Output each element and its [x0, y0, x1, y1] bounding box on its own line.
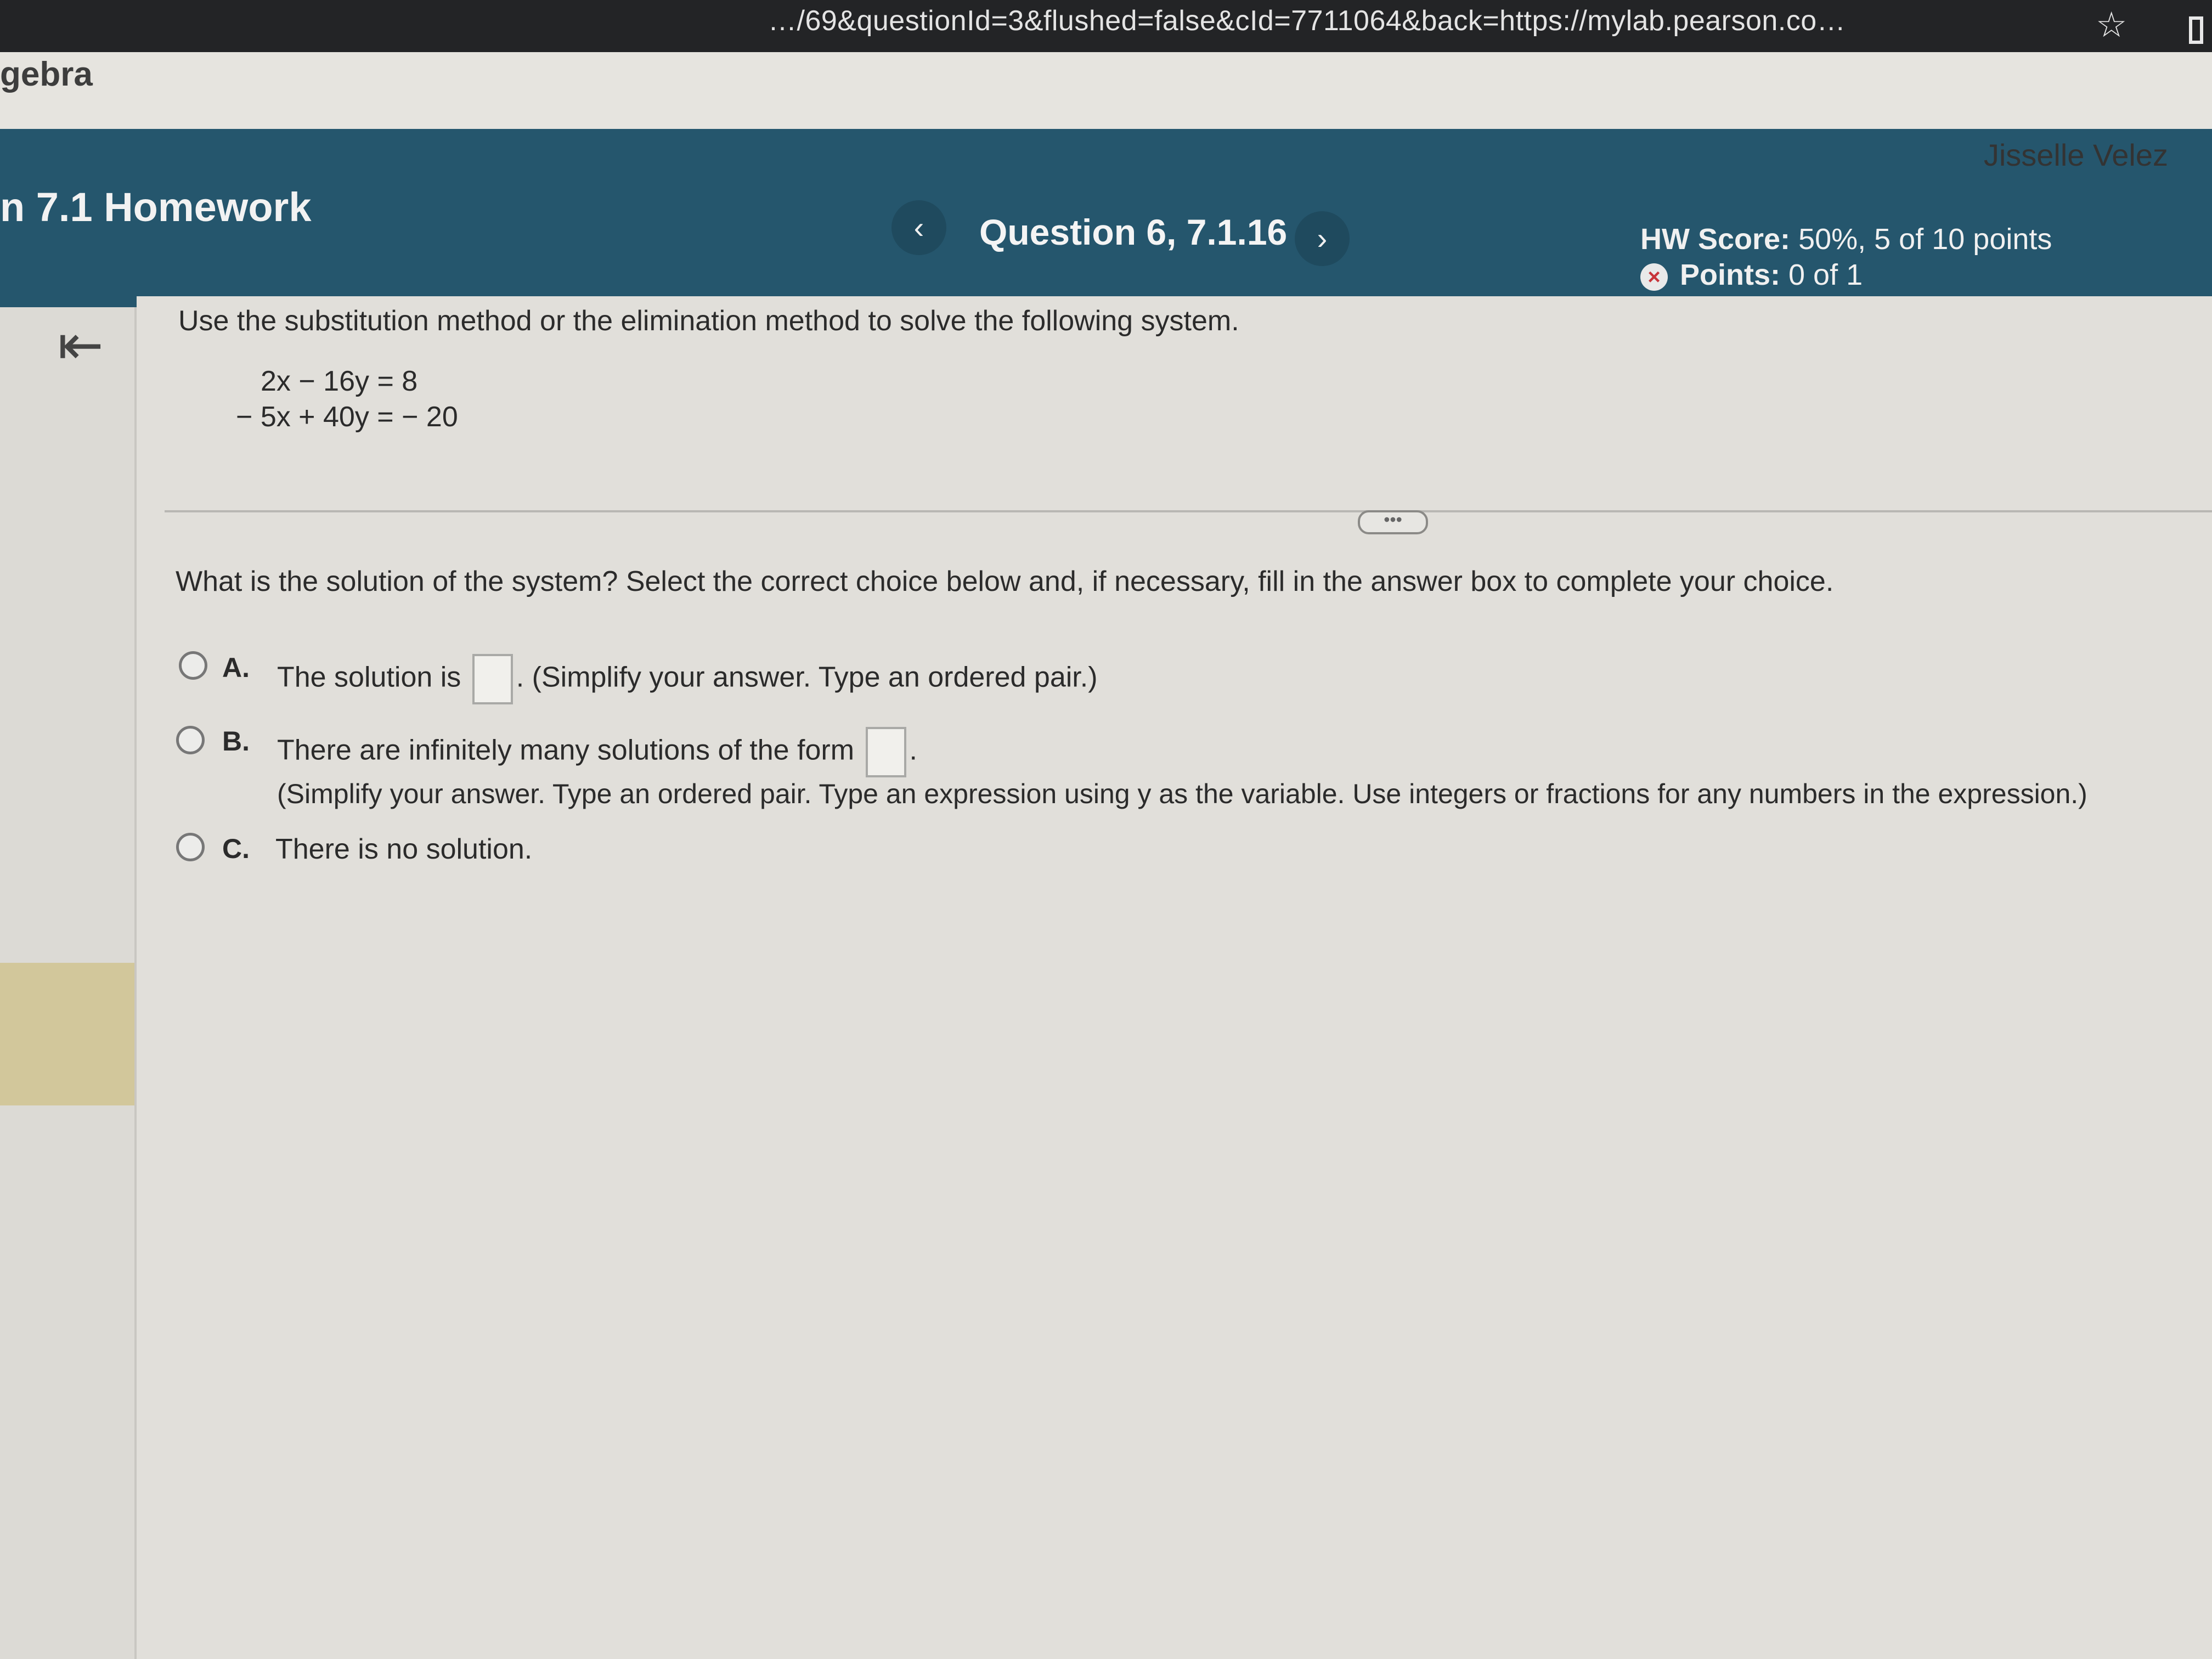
- sidebar-highlight: [0, 963, 134, 1105]
- x-circle-icon: ×: [1640, 263, 1668, 291]
- user-name[interactable]: Jisselle Velez: [1984, 137, 2168, 173]
- extension-icon[interactable]: [2189, 16, 2203, 44]
- equation-1: 2x − 16y = 8: [261, 365, 418, 397]
- points-value: 0 of 1: [1788, 258, 1863, 291]
- question-prompt: What is the solution of the system? Sele…: [176, 566, 1834, 597]
- collapse-left-icon[interactable]: ⇤: [58, 313, 104, 377]
- choice-b-answer-box[interactable]: [865, 727, 906, 777]
- chevron-left-icon: ‹: [913, 210, 924, 245]
- question-panel: [137, 296, 2212, 1659]
- hw-score-label: HW Score:: [1640, 223, 1791, 256]
- hw-score: HW Score: 50%, 5 of 10 points: [1640, 222, 2052, 256]
- course-title-bar: [0, 52, 2212, 129]
- chevron-right-icon: ›: [1317, 221, 1328, 256]
- choice-a-letter: A.: [222, 652, 250, 683]
- star-icon[interactable]: ☆: [2096, 4, 2127, 46]
- choice-b-note: (Simplify your answer. Type an ordered p…: [277, 778, 2087, 809]
- next-question-button[interactable]: ›: [1295, 211, 1350, 266]
- choice-c-text: There is no solution.: [275, 833, 533, 865]
- choice-b-before: There are infinitely many solutions of t…: [277, 734, 855, 766]
- choice-a-radio[interactable]: [179, 651, 207, 680]
- assignment-title: n 7.1 Homework: [0, 184, 312, 230]
- previous-question-button[interactable]: ‹: [891, 200, 946, 255]
- choice-b-text: There are infinitely many solutions of t…: [277, 727, 917, 777]
- equation-2: − 5x + 40y = − 20: [236, 401, 458, 433]
- browser-toolbar: …/69&questionId=3&flushed=false&cId=7711…: [0, 0, 2212, 52]
- choice-b-radio[interactable]: [176, 726, 205, 754]
- section-divider: [165, 510, 2212, 512]
- hw-score-value: 50%, 5 of 10 points: [1798, 223, 2052, 256]
- choice-c-letter: C.: [222, 833, 250, 864]
- points-label: Points:: [1680, 258, 1780, 291]
- choice-a-before: The solution is: [277, 661, 461, 693]
- question-instruction: Use the substitution method or the elimi…: [178, 305, 1239, 337]
- course-title: gebra: [0, 55, 93, 93]
- choice-c-radio[interactable]: [176, 833, 205, 861]
- points: × Points: 0 of 1: [1640, 258, 1863, 292]
- address-bar[interactable]: …/69&questionId=3&flushed=false&cId=7711…: [768, 4, 1846, 37]
- question-label: Question 6, 7.1.16: [979, 212, 1288, 252]
- choice-a-text: The solution is . (Simplify your answer.…: [277, 654, 1098, 704]
- choice-a-answer-box[interactable]: [472, 654, 513, 704]
- more-options-button[interactable]: •••: [1358, 510, 1428, 534]
- choice-b-letter: B.: [222, 726, 250, 757]
- choice-b-after: .: [909, 734, 917, 766]
- choice-a-after: . (Simplify your answer. Type an ordered…: [516, 661, 1098, 693]
